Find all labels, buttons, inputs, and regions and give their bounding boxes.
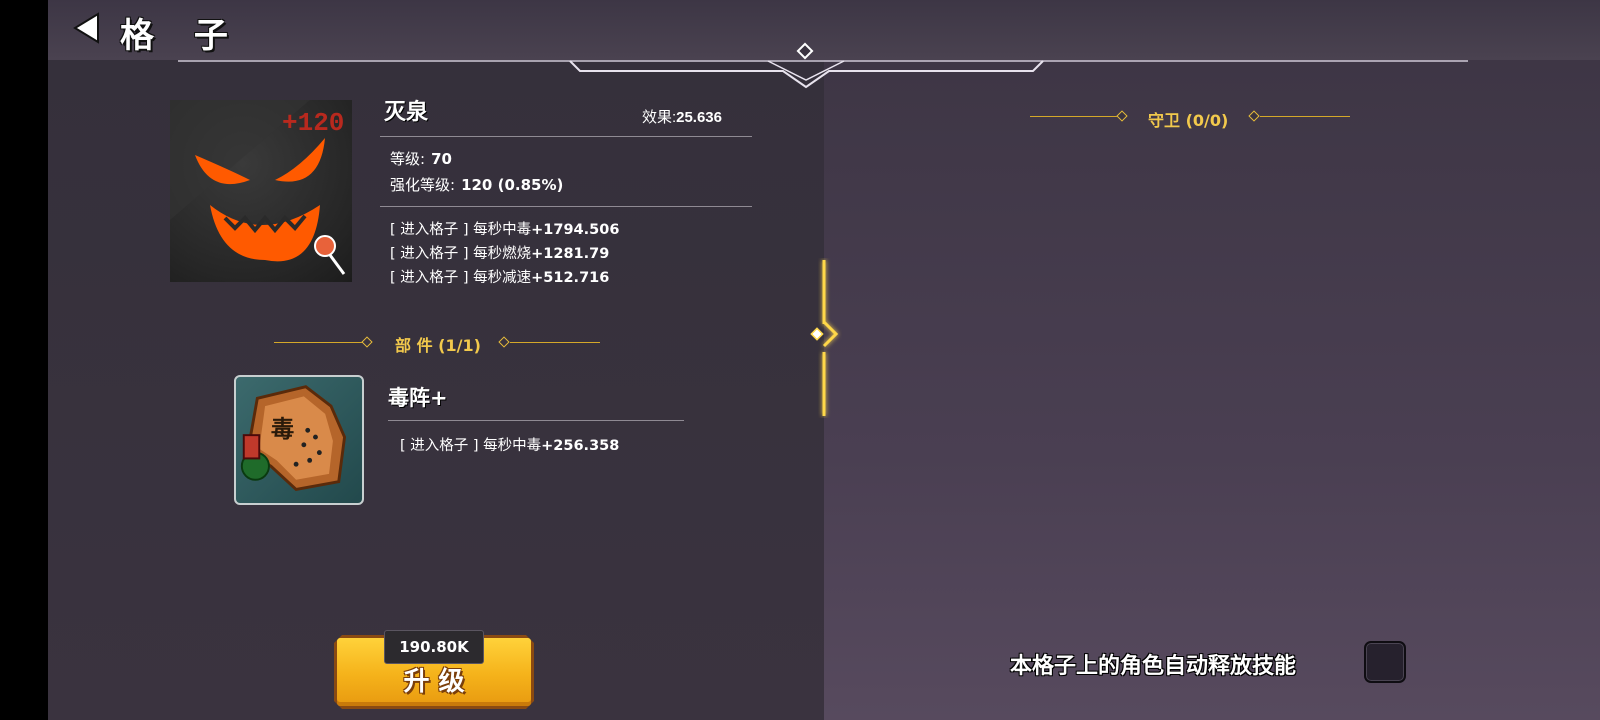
auto-skill-label: 本格子上的角色自动释放技能 — [1010, 654, 1297, 679]
section-line — [274, 342, 364, 343]
effect-line-burn: [ 进入格子 ] 每秒燃烧+1281.79 — [390, 246, 610, 262]
game-screen: 格 子 +120 灭泉 效果:25.636 等级: 70 强化等级: 120 (0.… — [48, 0, 1600, 720]
section-line — [1030, 116, 1120, 117]
panel-toggle-handle[interactable] — [804, 258, 844, 418]
item-name: 灭泉 — [384, 100, 429, 125]
item-effect: 效果:25.636 — [641, 109, 722, 126]
section-line — [1260, 116, 1350, 117]
item-level: 等级: 70 — [390, 150, 452, 168]
item-icon: +120 — [170, 100, 352, 282]
back-arrow-icon[interactable] — [72, 12, 102, 44]
header-ornament — [178, 42, 1468, 89]
guard-section-title: 守卫 (0/0) — [1148, 111, 1229, 130]
divider — [380, 206, 752, 207]
svg-text:+120: +120 — [282, 108, 344, 138]
parts-section-title: 部 件 (1/1) — [395, 336, 481, 355]
divider — [380, 136, 752, 137]
auto-skill-checkbox[interactable] — [1364, 641, 1406, 683]
svg-text:毒: 毒 — [271, 416, 294, 443]
effect-line-slow: [ 进入格子 ] 每秒减速+512.716 — [390, 270, 610, 286]
upgrade-button-label: 升 级 — [403, 667, 465, 697]
right-panel — [824, 60, 1600, 720]
divider — [388, 420, 684, 421]
section-line — [510, 342, 600, 343]
item-enhance-level: 强化等级: 120 (0.85%) — [390, 176, 564, 194]
part-icon[interactable]: 毒 — [234, 375, 364, 505]
pin-icon — [314, 235, 346, 275]
effect-line-poison: [ 进入格子 ] 每秒中毒+1794.506 — [390, 222, 620, 238]
part-name: 毒阵+ — [388, 386, 448, 410]
part-effect-line: [ 进入格子 ] 每秒中毒+256.358 — [400, 438, 620, 454]
upgrade-cost-badge: 190.80K — [384, 630, 484, 664]
